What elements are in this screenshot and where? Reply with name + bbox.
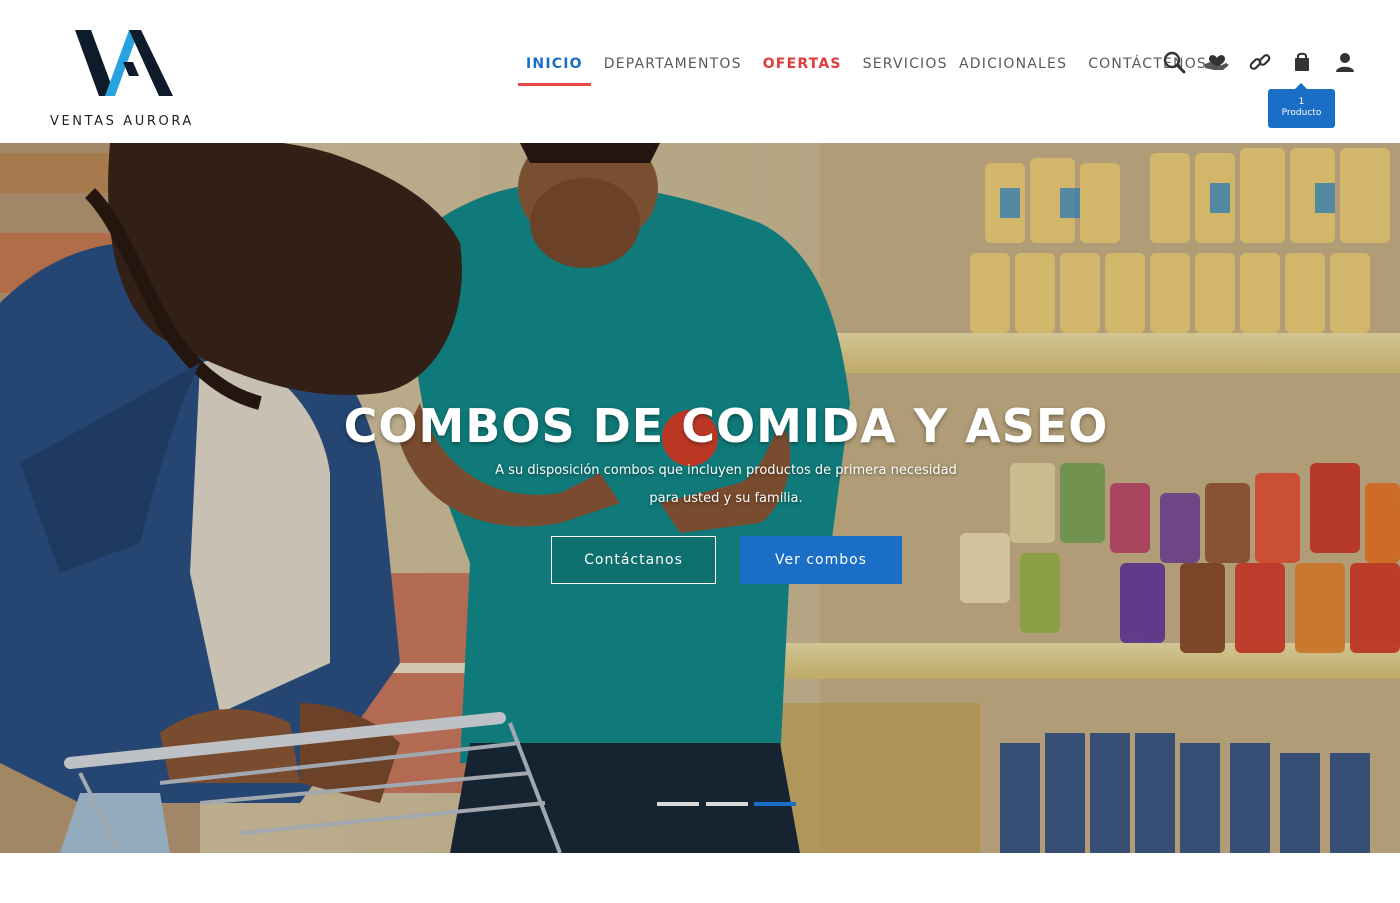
user-icon[interactable] xyxy=(1331,48,1359,76)
header-icon-bar xyxy=(1160,48,1360,80)
carousel-indicators xyxy=(657,802,797,808)
donate-icon[interactable] xyxy=(1203,48,1231,76)
main-nav: INICIO DEPARTAMENTOS OFERTAS SERVICIOS A… xyxy=(518,50,1228,86)
carousel-dot-3[interactable] xyxy=(754,802,796,806)
nav-item-ofertas[interactable]: OFERTAS xyxy=(763,50,842,86)
brand-logo[interactable]: VENTAS AURORA xyxy=(50,28,210,129)
nav-item-departamentos[interactable]: DEPARTAMENTOS xyxy=(604,50,742,86)
hero-subtitle-line-1: A su disposición combos que incluyen pro… xyxy=(495,463,957,478)
hero-title: COMBOS DE COMIDA Y ASEO xyxy=(343,399,1109,453)
cart-count: 1 xyxy=(1298,97,1305,107)
hero-subtitle-line-2: para usted y su familia. xyxy=(649,491,803,506)
logo-mark xyxy=(75,30,173,96)
nav-item-servicios-adicionales[interactable]: SERVICIOS ADICIONALES xyxy=(863,50,1068,86)
cart-count-label: Producto xyxy=(1281,108,1322,118)
carousel-dot-1[interactable] xyxy=(657,802,699,806)
hero-subtitle: A su disposición combos que incluyen pro… xyxy=(426,457,1026,513)
carousel-dot-2[interactable] xyxy=(706,802,748,806)
contact-button[interactable]: Contáctanos xyxy=(551,536,716,584)
cart-count-badge[interactable]: 1 Producto xyxy=(1268,83,1335,128)
link-icon[interactable] xyxy=(1246,48,1274,76)
search-icon[interactable] xyxy=(1160,48,1188,76)
hero-carousel: COMBOS DE COMIDA Y ASEO A su disposición… xyxy=(0,143,1400,853)
site-header: VENTAS AURORA INICIO DEPARTAMENTOS OFERT… xyxy=(0,0,1400,143)
view-combos-button[interactable]: Ver combos xyxy=(740,536,902,584)
brand-name: VENTAS AURORA xyxy=(50,114,194,129)
nav-item-inicio[interactable]: INICIO xyxy=(518,50,591,86)
shopping-bag-icon[interactable] xyxy=(1288,48,1316,76)
